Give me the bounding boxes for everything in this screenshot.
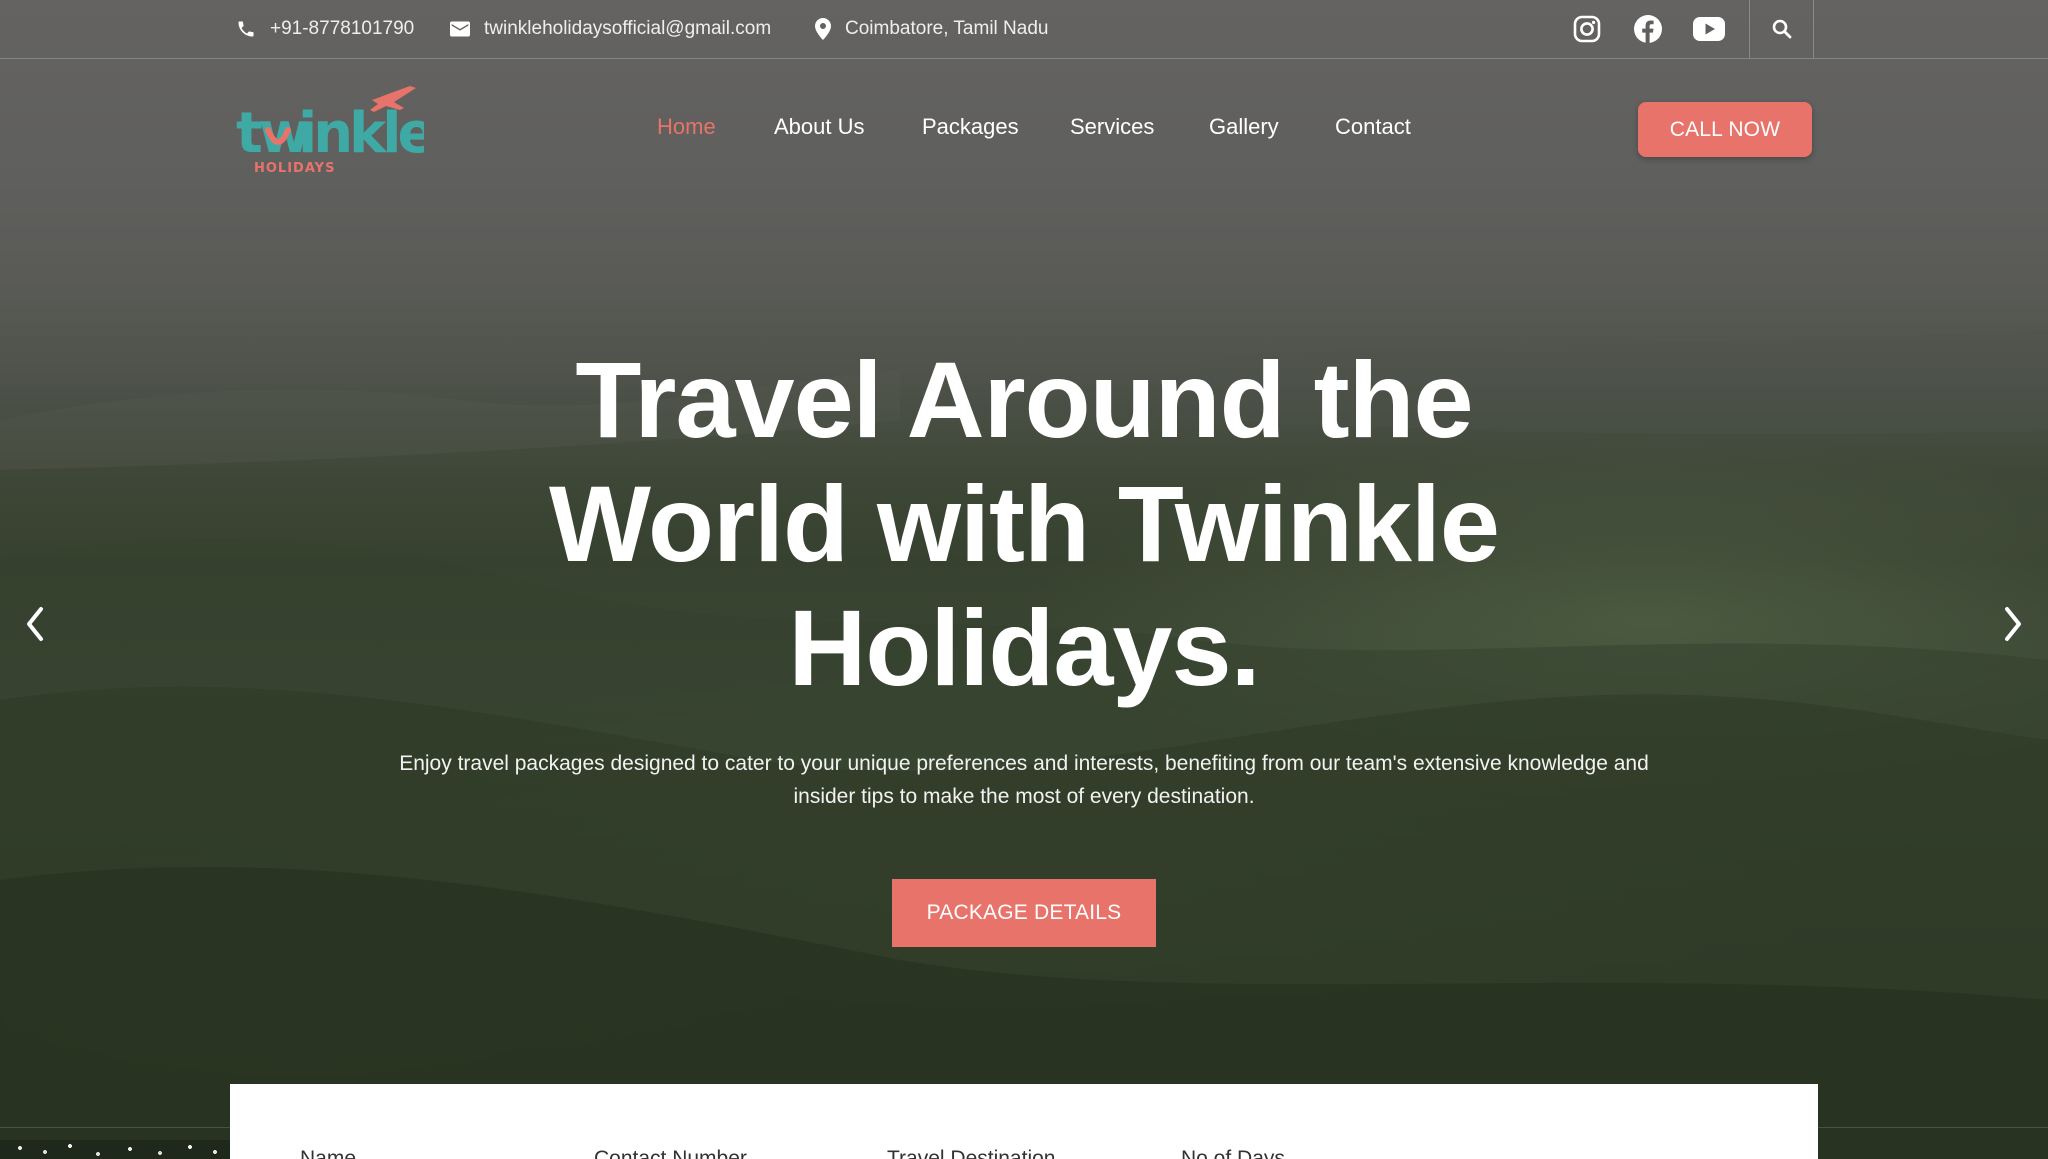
email-address: twinkleholidaysofficial@gmail.com (484, 18, 772, 39)
svg-text:HOLIDAYS: HOLIDAYS (254, 161, 335, 176)
search-icon (1772, 19, 1791, 39)
name-field-label: Name (300, 1149, 356, 1159)
enquiry-form-card (230, 1084, 1818, 1159)
email-contact[interactable]: twinkleholidaysofficial@gmail.com (450, 0, 771, 58)
location-text: Coimbatore, Tamil Nadu (845, 18, 1049, 39)
flower-foreground (0, 1140, 230, 1159)
facebook-icon[interactable] (1632, 13, 1664, 45)
nav-item-contact[interactable]: Contact (1335, 114, 1411, 140)
phone-contact[interactable]: +91-8778101790 (236, 0, 414, 58)
nav-item-home[interactable]: Home (657, 114, 716, 140)
package-details-button[interactable]: PACKAGE DETAILS (892, 879, 1156, 947)
nav-item-about-us[interactable]: About Us (774, 114, 865, 140)
nav-item-services[interactable]: Services (1070, 114, 1154, 140)
hero-subtitle-line: insider tips to make the most of every d… (793, 785, 1255, 808)
twinkle-logo[interactable]: tw inkle HOLIDAYS (234, 82, 438, 182)
hero-subtitle: Enjoy travel packages designed to cater … (344, 747, 1704, 813)
nav-item-gallery[interactable]: Gallery (1209, 114, 1279, 140)
chevron-right-icon (2005, 607, 2021, 641)
phone-number: +91-8778101790 (270, 18, 415, 39)
hero-heading-line: World with Twinkle (549, 463, 1500, 584)
location-contact: Coimbatore, Tamil Nadu (815, 0, 1048, 58)
hero-subtitle-line: Enjoy travel packages designed to cater … (399, 752, 1649, 775)
logo-graphic: tw inkle HOLIDAYS (236, 86, 438, 176)
hero-heading-line: Holidays. (788, 587, 1260, 708)
call-now-button[interactable]: CALL NOW (1638, 102, 1812, 157)
travel-destination-field-label: Travel Destination (887, 1149, 1055, 1159)
map-pin-icon (815, 18, 831, 40)
nav-item-packages[interactable]: Packages (922, 114, 1019, 140)
hero-heading: Travel Around the World with Twinkle Hol… (424, 338, 1624, 710)
phone-icon (238, 21, 254, 37)
envelope-icon (450, 21, 470, 37)
instagram-icon[interactable] (1571, 13, 1603, 45)
search-button[interactable] (1749, 0, 1814, 58)
hero-heading-line: Travel Around the (575, 339, 1473, 460)
no-of-days-field-label: No of Days (1181, 1149, 1285, 1159)
svg-text:inkle: inkle (298, 101, 424, 166)
chevron-left-icon (27, 607, 43, 641)
contact-number-field-label: Contact Number (594, 1149, 747, 1159)
slider-prev-button[interactable] (20, 604, 50, 644)
slider-next-button[interactable] (1998, 604, 2028, 644)
youtube-icon[interactable] (1693, 13, 1725, 45)
